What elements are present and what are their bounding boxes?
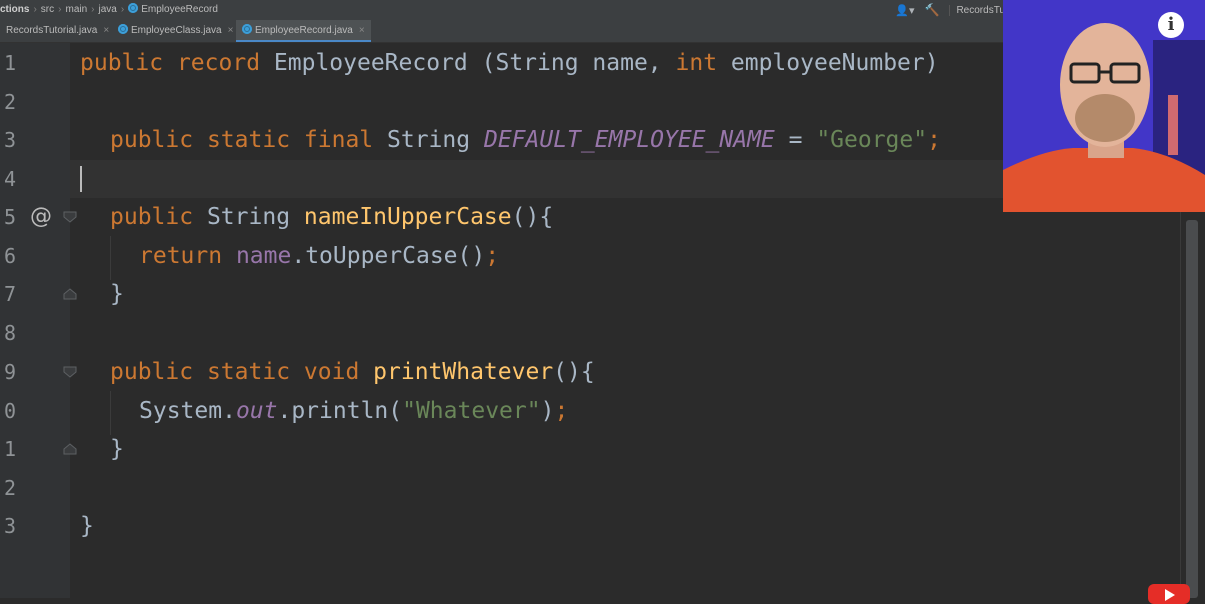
field-name: name [235,243,292,269]
keyword: static [206,127,291,153]
line-number: 7 [3,282,16,306]
code-text: = [774,127,817,153]
line-number: 8 [3,321,16,345]
code-line-5: public String nameInUpperCase(){ [110,198,553,236]
code-text: employeeNumber) [717,50,939,76]
code-text: (){ [511,204,554,230]
keyword: public [110,127,194,153]
breadcrumb-java[interactable]: java [99,0,117,20]
toolbar-right: 👤▾ 🔨 RecordsTu [895,0,1005,20]
code-line-6: return name.toUpperCase(); [139,237,499,275]
keyword: public [110,359,194,385]
breadcrumb-separator: › [91,4,95,15]
type-name: String [206,204,291,230]
keyword: int [675,50,718,76]
breadcrumb-src[interactable]: src [41,0,54,20]
code-line-3: public static final String DEFAULT_EMPLO… [110,121,941,159]
closing-brace: } [110,281,124,307]
keyword: public [80,50,164,76]
code-line-10: System.out.println("Whatever"); [139,392,568,430]
code-line-11: } [110,430,124,468]
breadcrumb-separator: › [58,4,62,15]
static-field: out [235,398,278,424]
tab-label: RecordsTutorial.java [6,25,98,36]
close-icon[interactable]: × [228,25,234,36]
fold-end-icon[interactable] [63,288,77,300]
youtube-icon[interactable] [1148,584,1190,604]
tab-employee-class[interactable]: EmployeeClass.java × [118,20,233,42]
method-name: printWhatever [373,359,554,385]
code-line-13: } [80,507,94,545]
line-number: 6 [3,244,16,268]
close-icon[interactable]: × [103,25,109,36]
line-number: 0 [3,399,16,423]
closing-brace: } [110,436,124,462]
code-line-1: public record EmployeeRecord (String nam… [80,44,939,82]
line-number: 5 [3,205,16,229]
fold-collapse-icon[interactable] [63,366,77,378]
tab-records-tutorial[interactable]: RecordsTutorial.java × [6,20,109,42]
code-text: ) [540,398,555,424]
indent-guide [110,391,111,435]
keyword: record [176,50,261,76]
class-ref: System. [139,398,236,424]
constant-name: DEFAULT_EMPLOYEE_NAME [483,127,775,153]
line-number: 9 [3,360,16,384]
keyword: static [206,359,291,385]
breadcrumb-main[interactable]: main [65,0,87,20]
code-line-9: public static void printWhatever(){ [110,353,595,391]
tab-employee-record[interactable]: EmployeeRecord.java × [236,20,371,42]
class-icon [118,24,128,34]
line-number: 2 [3,476,16,500]
string-literal: "George" [816,127,928,153]
fold-collapse-icon[interactable] [63,211,77,223]
class-icon [128,3,139,13]
type-name: String [387,127,471,153]
code-text: (){ [553,359,595,385]
semicolon: ; [554,398,569,424]
tab-label: EmployeeClass.java [131,25,222,36]
record-name: EmployeeRecord [273,50,468,76]
close-icon[interactable]: × [359,25,365,36]
line-number: 3 [3,128,16,152]
tab-label: EmployeeRecord.java [255,25,353,36]
keyword: return [139,243,223,269]
keyword: public [110,204,194,230]
keyword: void [303,359,360,385]
line-number: 2 [3,90,16,114]
hammer-icon[interactable]: 🔨 [925,3,940,17]
run-config-select[interactable]: RecordsTu [949,4,1005,16]
scrollbar-thumb[interactable] [1186,220,1198,598]
indent-guide [110,236,111,280]
code-text: .toUpperCase() [291,243,486,269]
user-icon[interactable]: 👤▾ [895,4,914,17]
line-number: 3 [3,514,16,538]
annotation-icon[interactable]: @ [30,204,52,229]
line-number: 4 [3,167,16,191]
code-text: (String name, [467,50,676,76]
breadcrumb-separator: › [33,4,37,15]
info-icon[interactable]: i [1158,12,1184,38]
string-literal: "Whatever" [402,398,541,424]
code-line-7: } [110,275,124,313]
line-number: 1 [3,51,16,75]
record-icon [242,24,252,34]
semicolon: ; [485,243,500,269]
fold-end-icon[interactable] [63,443,77,455]
breadcrumb-project[interactable]: ctions [0,0,29,20]
line-number: 1 [3,437,16,461]
semicolon: ; [927,127,941,153]
text-caret [80,166,82,192]
method-name: nameInUpperCase [303,204,512,230]
keyword: final [303,127,374,153]
code-text: .println( [277,398,403,424]
breadcrumb-file[interactable]: EmployeeRecord [141,0,218,20]
breadcrumb-separator: › [120,4,125,15]
closing-brace: } [80,513,94,539]
